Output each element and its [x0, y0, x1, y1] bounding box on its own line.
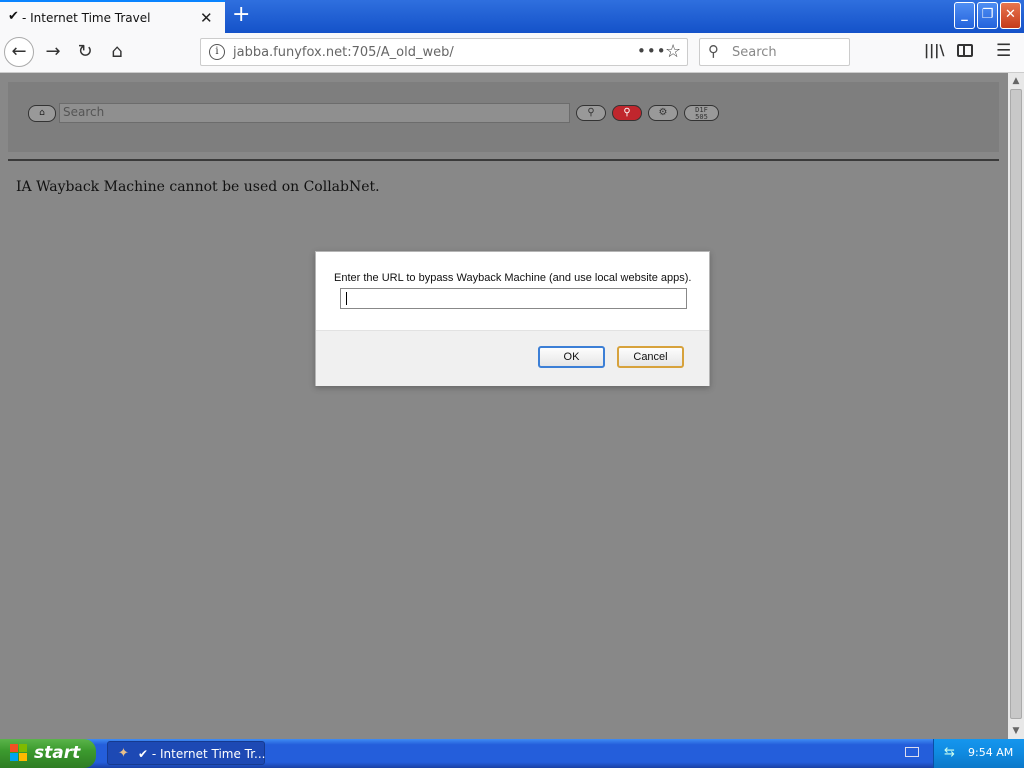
- sidebar-toggle-icon[interactable]: [957, 44, 973, 57]
- site-red-search-button[interactable]: ⚲: [612, 105, 642, 121]
- vertical-scrollbar[interactable]: ▲ ▼: [1008, 73, 1024, 739]
- cancel-button[interactable]: Cancel: [617, 346, 684, 368]
- start-button[interactable]: start: [0, 739, 96, 768]
- tab-favicon-icon: ✔: [8, 9, 19, 24]
- site-home-button[interactable]: ⌂: [28, 105, 56, 122]
- url-bypass-input[interactable]: [340, 288, 687, 309]
- hamburger-menu-icon[interactable]: ☰: [996, 41, 1011, 61]
- windows-logo-icon: [10, 744, 28, 762]
- url-bar[interactable]: i jabba.funyfox.net:705/A_old_web/ ••• ☆: [200, 38, 688, 66]
- close-tab-icon[interactable]: ✕: [200, 9, 213, 27]
- taskbar-item-browser[interactable]: ✦ ✔ - Internet Time Tr...: [107, 741, 266, 765]
- reload-button[interactable]: ↻: [70, 37, 100, 67]
- page-actions-icon[interactable]: •••: [637, 42, 667, 60]
- ok-button[interactable]: OK: [538, 346, 605, 368]
- site-search-input[interactable]: Search: [59, 103, 570, 123]
- page-message: IA Wayback Machine cannot be used on Col…: [16, 179, 380, 195]
- start-label: start: [34, 743, 81, 763]
- back-button[interactable]: ←: [4, 37, 34, 67]
- library-icon[interactable]: |||\: [924, 43, 944, 59]
- taskbar: start ✦ ✔ - Internet Time Tr... ⇆ 9:54 A…: [0, 739, 1024, 768]
- text-caret: [346, 292, 347, 305]
- restore-window-button[interactable]: ❐: [977, 2, 998, 29]
- forward-button[interactable]: →: [38, 37, 68, 67]
- scroll-thumb[interactable]: [1010, 89, 1022, 719]
- search-icon: ⚲: [708, 42, 719, 60]
- site-settings-button[interactable]: ⚙: [648, 105, 678, 121]
- close-window-button[interactable]: ✕: [1000, 2, 1021, 29]
- divider: [8, 159, 999, 161]
- scroll-down-arrow-icon[interactable]: ▼: [1008, 723, 1024, 739]
- browser-search-input[interactable]: ⚲ Search: [699, 38, 850, 66]
- site-code-button[interactable]: D1F 505: [684, 105, 719, 121]
- tab-bar: ✔ - Internet Time Travel ✕ + _ ❐ ✕: [0, 0, 1024, 33]
- dialog-footer: OK Cancel: [316, 330, 709, 386]
- tab-internet-time-travel[interactable]: ✔ - Internet Time Travel ✕: [0, 0, 225, 33]
- url-text[interactable]: jabba.funyfox.net:705/A_old_web/: [233, 45, 454, 60]
- system-tray: ⇆ 9:54 AM: [933, 739, 1024, 768]
- browser-app-icon: ✦: [118, 746, 129, 761]
- taskbar-item-label: ✔ - Internet Time Tr...: [138, 747, 266, 761]
- scroll-up-arrow-icon[interactable]: ▲: [1008, 73, 1024, 89]
- site-toolbar: ⌂ Search ⚲ ⚲ ⚙ D1F 505: [8, 82, 999, 152]
- clock[interactable]: 9:54 AM: [968, 746, 1013, 759]
- keyboard-icon[interactable]: [905, 747, 919, 757]
- dialog-message: Enter the URL to bypass Wayback Machine …: [334, 272, 692, 284]
- prompt-dialog: Enter the URL to bypass Wayback Machine …: [315, 251, 710, 386]
- tab-title: - Internet Time Travel: [22, 11, 151, 25]
- code-line-2: 505: [695, 113, 708, 121]
- bookmark-star-icon[interactable]: ☆: [665, 41, 681, 62]
- network-icon[interactable]: ⇆: [944, 745, 955, 760]
- search-placeholder: Search: [732, 45, 777, 60]
- new-tab-button[interactable]: +: [232, 4, 250, 26]
- site-info-icon[interactable]: i: [209, 44, 225, 60]
- page-content: ⌂ Search ⚲ ⚲ ⚙ D1F 505 IA Wayback Machin…: [0, 73, 1008, 739]
- site-search-button[interactable]: ⚲: [576, 105, 606, 121]
- minimize-window-button[interactable]: _: [954, 2, 975, 29]
- home-button[interactable]: ⌂: [102, 37, 132, 67]
- navigation-toolbar: ← → ↻ ⌂ i jabba.funyfox.net:705/A_old_we…: [0, 33, 1024, 73]
